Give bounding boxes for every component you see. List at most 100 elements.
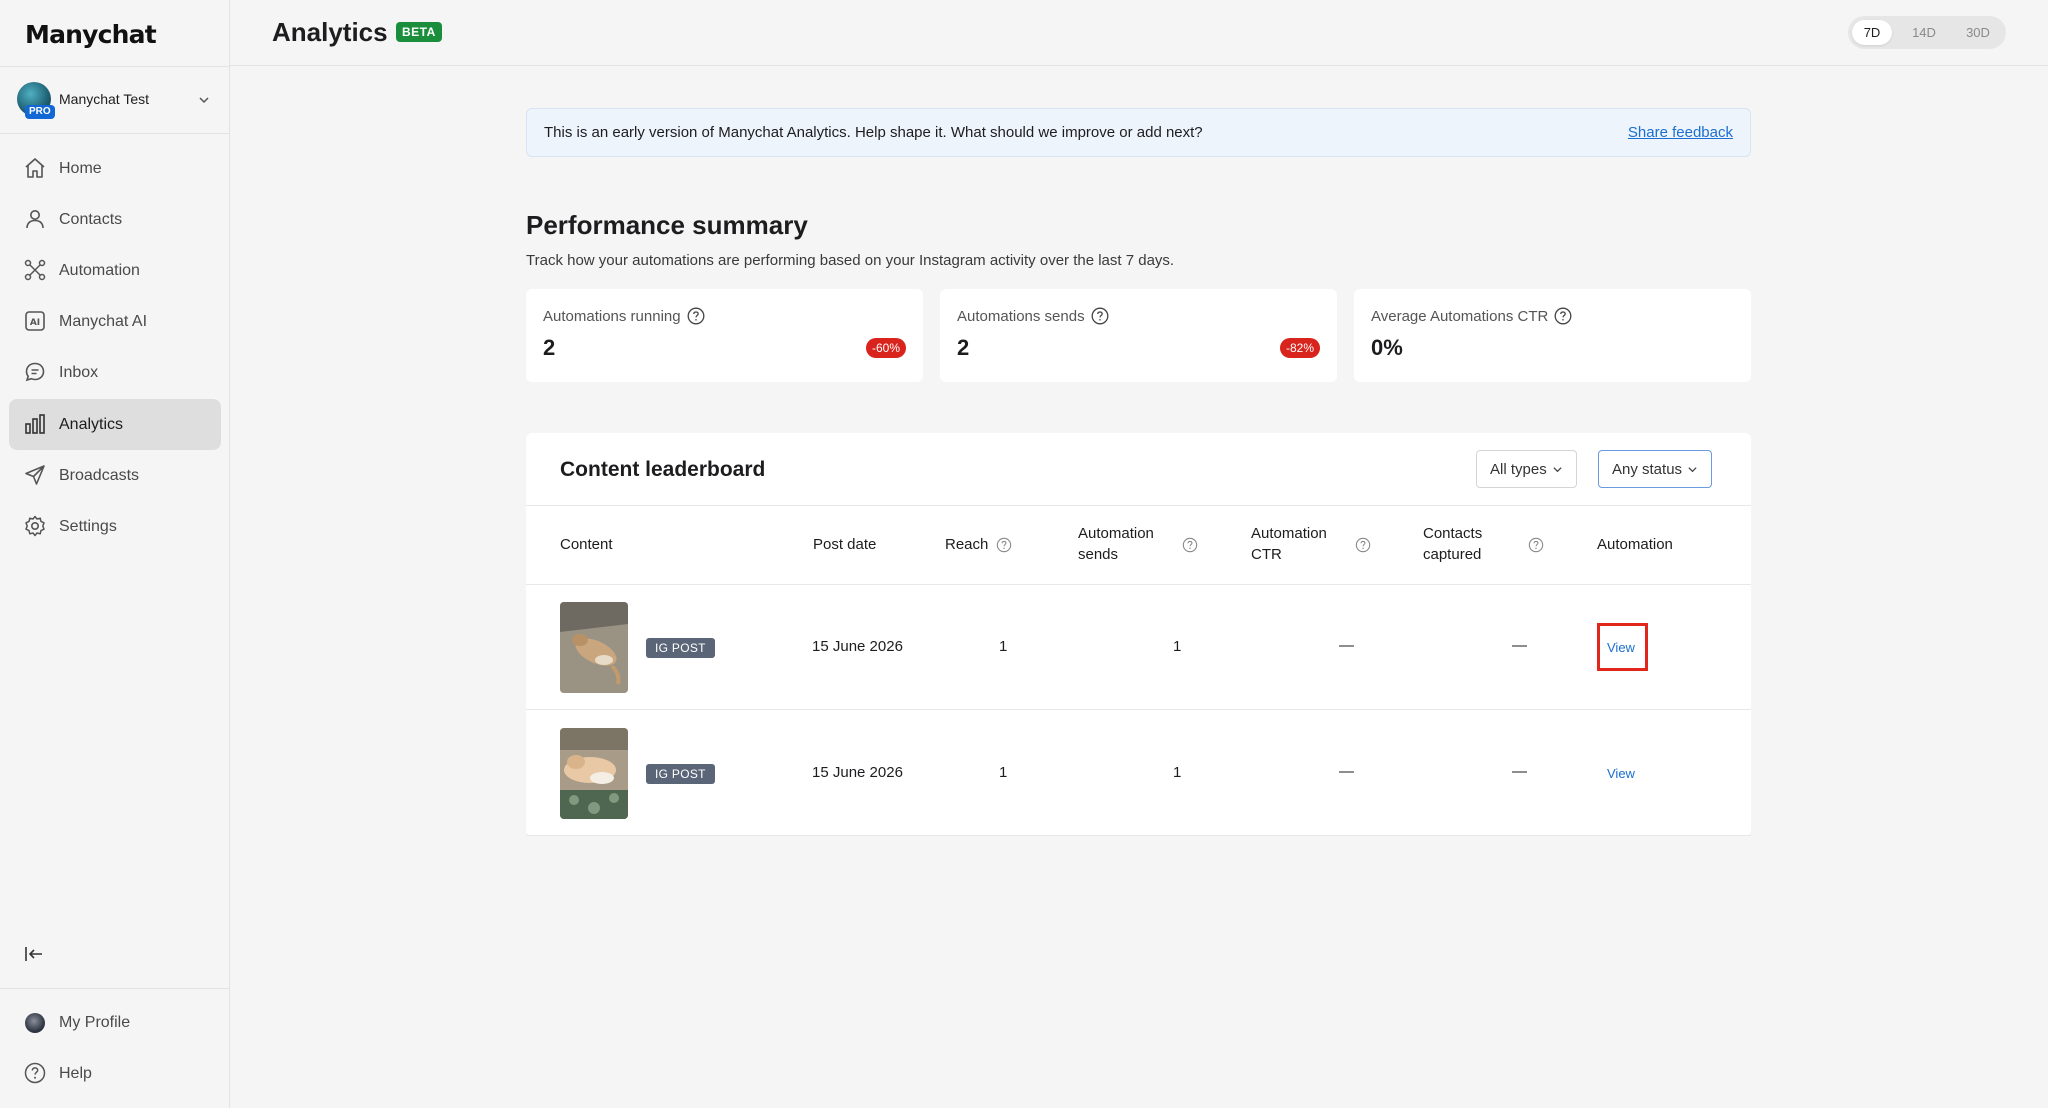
- post-date-cell: 15 June 2026: [812, 764, 903, 781]
- beta-badge: BETA: [396, 22, 442, 42]
- ctr-cell: —: [1339, 763, 1354, 780]
- column-header-automation-sends[interactable]: Automation sends: [1078, 523, 1154, 565]
- sidebar-item-label: Home: [59, 159, 102, 177]
- sidebar-item-home[interactable]: Home: [9, 143, 221, 194]
- chevron-down-icon[interactable]: [198, 94, 210, 106]
- contacts-cell: —: [1512, 637, 1527, 654]
- page-title: Analytics: [272, 17, 388, 47]
- column-header-reach[interactable]: Reach: [945, 534, 988, 555]
- column-header-post-date[interactable]: Post date: [813, 534, 876, 555]
- type-filter-dropdown[interactable]: All types: [1476, 450, 1577, 488]
- automation-icon: [24, 259, 46, 281]
- feedback-banner: This is an early version of Manychat Ana…: [526, 108, 1751, 157]
- delta-badge: -60%: [865, 338, 906, 358]
- sidebar-item-label: Contacts: [59, 210, 123, 228]
- chat-bubble-icon: [25, 362, 45, 382]
- leaderboard-title: Content leaderboard: [560, 458, 766, 481]
- divider: [526, 584, 1751, 585]
- stat-label-text: Automations sends: [957, 307, 1085, 325]
- sidebar-item-manychat-ai[interactable]: AI Manychat AI: [9, 296, 221, 347]
- help-icon: [24, 1062, 46, 1084]
- status-filter-dropdown[interactable]: Any status: [1598, 450, 1713, 488]
- sidebar-item-broadcasts[interactable]: Broadcasts: [9, 450, 221, 501]
- sends-cell: 1: [1173, 764, 1182, 781]
- sidebar-item-label: Broadcasts: [59, 466, 140, 484]
- help-icon[interactable]: [687, 307, 705, 325]
- chevron-down-icon: [1688, 466, 1697, 472]
- sidebar-item-label: Help: [59, 1064, 92, 1082]
- sidebar-item-label: Settings: [59, 517, 117, 535]
- post-date-cell: 15 June 2026: [812, 638, 903, 655]
- contacts-cell: —: [1512, 763, 1527, 780]
- sidebar-item-label: Manychat AI: [59, 312, 148, 330]
- ig-post-badge: IG POST: [646, 764, 715, 784]
- sidebar-item-contacts[interactable]: Contacts: [9, 194, 221, 245]
- profile-avatar: [25, 1013, 45, 1033]
- post-thumbnail[interactable]: [560, 728, 628, 819]
- stat-card-average-ctr: Average Automations CTR 0%: [1354, 289, 1751, 382]
- cat-photo-image: [560, 728, 628, 819]
- gear-icon: [25, 515, 45, 537]
- range-7d-button[interactable]: 7D: [1852, 20, 1892, 45]
- sidebar-item-label: Analytics: [59, 415, 124, 433]
- sends-cell: 1: [1173, 638, 1182, 655]
- column-header-automation: Automation: [1597, 536, 1673, 553]
- sidebar-item-help[interactable]: Help: [9, 1048, 221, 1099]
- range-14d-button[interactable]: 14D: [1904, 20, 1944, 45]
- person-icon: [26, 210, 44, 229]
- column-header-automation-ctr[interactable]: Automation CTR: [1251, 523, 1327, 565]
- stat-value: 0%: [1371, 335, 1403, 360]
- home-icon: [25, 158, 45, 178]
- help-icon[interactable]: [1091, 307, 1109, 325]
- stat-value: 2: [543, 335, 556, 360]
- view-automation-link[interactable]: View: [1607, 766, 1635, 781]
- sidebar-item-inbox[interactable]: Inbox: [9, 347, 221, 398]
- banner-text: This is an early version of Manychat Ana…: [544, 124, 1203, 141]
- help-icon[interactable]: [1554, 307, 1572, 325]
- highlight-annotation: [1597, 623, 1648, 671]
- sidebar-item-analytics[interactable]: Analytics: [9, 399, 221, 450]
- stat-label: Automations sends: [957, 307, 1109, 325]
- stat-value: 2: [957, 335, 970, 360]
- top-header: Analytics BETA 7D 14D 30D: [230, 0, 2048, 66]
- ai-icon: AI: [25, 311, 45, 331]
- status-filter-label: Any status: [1612, 460, 1683, 478]
- ctr-cell: —: [1339, 637, 1354, 654]
- sidebar-item-label: Automation: [59, 261, 140, 279]
- stat-label: Average Automations CTR: [1371, 307, 1572, 325]
- divider: [526, 709, 1751, 710]
- stat-label-text: Automations running: [543, 307, 681, 325]
- stat-card-automations-running: Automations running 2 -60%: [526, 289, 923, 382]
- sidebar-item-label: My Profile: [59, 1013, 131, 1031]
- performance-summary-title: Performance summary: [526, 210, 808, 240]
- share-feedback-link[interactable]: Share feedback: [1628, 124, 1733, 141]
- sidebar-item-label: Inbox: [59, 363, 99, 381]
- account-name: Manychat Test: [59, 91, 150, 107]
- reach-cell: 1: [999, 764, 1008, 781]
- account-switcher[interactable]: PRO Manychat Test: [0, 66, 229, 134]
- range-30d-button[interactable]: 30D: [1956, 20, 2000, 45]
- help-icon[interactable]: [1528, 537, 1544, 553]
- post-thumbnail[interactable]: [560, 602, 628, 693]
- divider: [526, 835, 1751, 836]
- divider: [526, 505, 1751, 506]
- date-range-toggle: 7D 14D 30D: [1848, 16, 2006, 49]
- manychat-logo[interactable]: Manychat: [25, 20, 157, 49]
- help-icon[interactable]: [1355, 537, 1371, 553]
- reach-cell: 1: [999, 638, 1008, 655]
- delta-badge: -82%: [1279, 338, 1320, 358]
- svg-text:AI: AI: [30, 318, 40, 328]
- help-icon[interactable]: [996, 537, 1012, 553]
- type-filter-label: All types: [1490, 460, 1547, 478]
- content-leaderboard: Content leaderboard All types Any status…: [526, 433, 1751, 836]
- column-header-content: Content: [560, 536, 613, 553]
- sidebar-item-settings[interactable]: Settings: [9, 501, 221, 552]
- help-icon[interactable]: [1182, 537, 1198, 553]
- chevron-down-icon: [1553, 466, 1562, 472]
- collapse-sidebar-icon[interactable]: [23, 943, 45, 965]
- stat-label: Automations running: [543, 307, 705, 325]
- sidebar-item-automation[interactable]: Automation: [9, 245, 221, 296]
- stat-card-automations-sends: Automations sends 2 -82%: [940, 289, 1337, 382]
- cat-photo-image: [560, 602, 628, 693]
- column-header-contacts-captured[interactable]: Contacts captured: [1423, 523, 1482, 565]
